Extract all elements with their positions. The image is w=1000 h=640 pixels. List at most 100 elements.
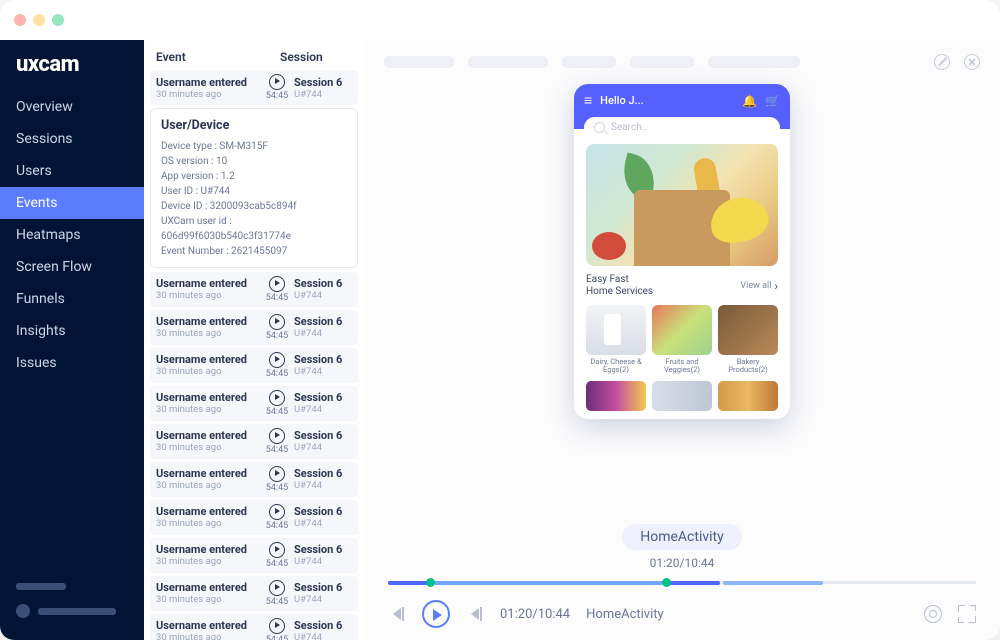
fullscreen-icon[interactable] — [958, 605, 976, 623]
event-row[interactable]: Username entered30 minutes ago 54:45 Ses… — [150, 272, 358, 307]
event-row[interactable]: Username entered30 minutes ago 54:45 Ses… — [150, 424, 358, 459]
event-session: Session 6 — [294, 315, 352, 328]
disable-icon[interactable] — [934, 54, 950, 70]
event-row[interactable]: Username entered30 minutes ago 54:45 Ses… — [150, 538, 358, 573]
nav-events[interactable]: Events — [0, 187, 144, 219]
hamburger-icon[interactable]: ≡ — [584, 92, 592, 109]
timeline[interactable] — [388, 576, 976, 588]
greeting: Hello J... — [600, 94, 734, 107]
search-bar[interactable]: Search.. — [584, 117, 780, 138]
cart-icon[interactable]: 🛒 — [765, 94, 780, 108]
event-timestamp: 54:45 — [260, 635, 294, 640]
play-icon[interactable] — [269, 314, 285, 330]
bell-icon[interactable]: 🔔 — [742, 94, 757, 108]
event-title: Username entered — [156, 391, 260, 404]
event-row[interactable]: Username entered30 minutes ago 54:45 Ses… — [150, 614, 358, 640]
view-all-link[interactable]: View all — [740, 281, 771, 291]
controls-time: 01:20/10:44 — [500, 607, 570, 622]
event-user: U#744 — [294, 556, 352, 567]
category-fruits[interactable]: Fruits and Veggies(2) — [652, 305, 712, 375]
event-title: Username entered — [156, 581, 260, 594]
play-icon[interactable] — [269, 74, 285, 90]
event-title: Username entered — [156, 543, 260, 556]
play-icon[interactable] — [269, 618, 285, 634]
nav-insights[interactable]: Insights — [0, 315, 144, 347]
category-bakery[interactable]: Bakery Products(2) — [718, 305, 778, 375]
close-icon[interactable] — [964, 54, 980, 70]
nav-sessions[interactable]: Sessions — [0, 123, 144, 155]
controls-activity: HomeActivity — [586, 607, 664, 622]
nav: Overview Sessions Users Events Heatmaps … — [0, 91, 144, 573]
play-button[interactable] — [422, 600, 450, 628]
play-icon[interactable] — [269, 504, 285, 520]
play-icon[interactable] — [269, 352, 285, 368]
event-row[interactable]: Username entered30 minutes ago 54:45 Ses… — [150, 70, 358, 105]
play-icon[interactable] — [269, 428, 285, 444]
header-pill — [384, 56, 454, 68]
event-timestamp: 54:45 — [260, 445, 294, 455]
activity-chip: HomeActivity — [622, 524, 742, 550]
timeline-marker[interactable] — [426, 578, 435, 587]
event-session: Session 6 — [294, 353, 352, 366]
event-user: U#744 — [294, 290, 352, 301]
hero-image[interactable] — [586, 144, 778, 266]
nav-screen-flow[interactable]: Screen Flow — [0, 251, 144, 283]
event-title: Username entered — [156, 429, 260, 442]
event-time-ago: 30 minutes ago — [156, 290, 260, 301]
category-tile[interactable] — [652, 381, 712, 411]
event-timestamp: 54:45 — [260, 407, 294, 417]
category-dairy[interactable]: Dairy, Cheese & Eggs(2) — [586, 305, 646, 375]
event-title: Username entered — [156, 76, 260, 89]
play-icon[interactable] — [269, 276, 285, 292]
traffic-light-zoom[interactable] — [52, 14, 64, 26]
nav-overview[interactable]: Overview — [0, 91, 144, 123]
nav-users[interactable]: Users — [0, 155, 144, 187]
event-row[interactable]: Username entered30 minutes ago 54:45 Ses… — [150, 500, 358, 535]
timeline-marker[interactable] — [662, 578, 671, 587]
event-row[interactable]: Username entered30 minutes ago 54:45 Ses… — [150, 310, 358, 345]
nav-funnels[interactable]: Funnels — [0, 283, 144, 315]
event-row[interactable]: Username entered30 minutes ago 54:45 Ses… — [150, 462, 358, 497]
category-tile[interactable] — [586, 381, 646, 411]
nav-issues[interactable]: Issues — [0, 347, 144, 379]
event-time-ago: 30 minutes ago — [156, 556, 260, 567]
event-timestamp: 54:45 — [260, 293, 294, 303]
logo: uxcam — [0, 44, 144, 91]
play-icon[interactable] — [269, 542, 285, 558]
event-user: U#744 — [294, 594, 352, 605]
skip-forward-button[interactable] — [466, 605, 484, 623]
event-session: Session 6 — [294, 277, 352, 290]
traffic-light-close[interactable] — [14, 14, 26, 26]
event-time-ago: 30 minutes ago — [156, 404, 260, 415]
event-row[interactable]: Username entered30 minutes ago 54:45 Ses… — [150, 348, 358, 383]
event-session: Session 6 — [294, 505, 352, 518]
skip-back-button[interactable] — [388, 605, 406, 623]
event-session: Session 6 — [294, 391, 352, 404]
search-placeholder: Search.. — [611, 122, 647, 133]
category-tile[interactable] — [718, 381, 778, 411]
skeleton-line — [38, 608, 116, 615]
event-title: Username entered — [156, 353, 260, 366]
play-icon[interactable] — [269, 580, 285, 596]
event-title: Username entered — [156, 315, 260, 328]
event-row[interactable]: Username entered30 minutes ago 54:45 Ses… — [150, 386, 358, 421]
event-timestamp: 54:45 — [260, 597, 294, 607]
event-user: U#744 — [294, 404, 352, 415]
nav-heatmaps[interactable]: Heatmaps — [0, 219, 144, 251]
app-version: App version : 1.2 — [161, 169, 347, 184]
device-id: Device ID : 3200093cab5c894f — [161, 199, 347, 214]
event-number: Event Number : 2621455097 — [161, 244, 347, 259]
skeleton-avatar — [16, 604, 30, 618]
event-timestamp: 54:45 — [260, 521, 294, 531]
event-row[interactable]: Username entered30 minutes ago 54:45 Ses… — [150, 576, 358, 611]
sidebar: uxcam Overview Sessions Users Events Hea… — [0, 40, 144, 640]
settings-icon[interactable] — [924, 605, 942, 623]
play-icon[interactable] — [269, 466, 285, 482]
event-time-ago: 30 minutes ago — [156, 89, 260, 100]
phone-preview: ≡ Hello J... 🔔 🛒 Search.. — [574, 84, 790, 419]
event-title: Username entered — [156, 467, 260, 480]
device-card: User/Device Device type : SM-M315F OS ve… — [150, 108, 358, 268]
header-pill — [630, 56, 694, 68]
play-icon[interactable] — [269, 390, 285, 406]
traffic-light-minimize[interactable] — [33, 14, 45, 26]
